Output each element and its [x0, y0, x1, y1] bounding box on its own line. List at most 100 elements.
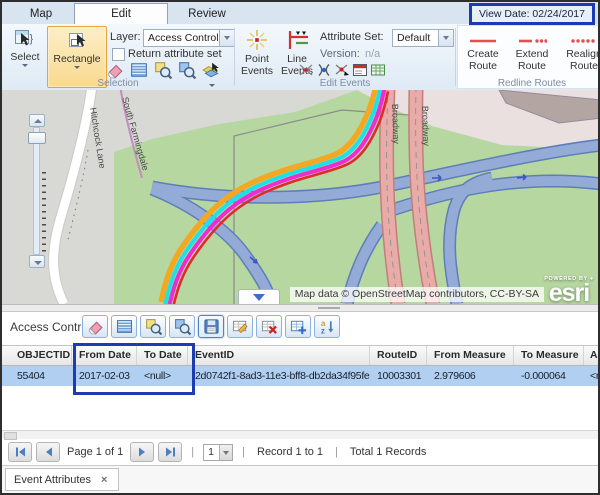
total-records-text: Total 1 Records [350, 446, 426, 458]
column-header-access[interactable]: Ac [584, 346, 600, 365]
app-window: Map Edit Review View Date: 02/24/2017 } … [0, 0, 600, 495]
page-indicator: Page 1 of 1 [67, 446, 123, 458]
table-pagination: Page 1 of 1 | 1 | Record 1 to 1 | Total … [2, 439, 598, 465]
attribute-set-label: Attribute Set: [320, 31, 384, 43]
clear-selection-button[interactable] [82, 315, 108, 338]
tab-edit[interactable]: Edit [74, 3, 168, 25]
create-route-button[interactable]: Create Route [462, 30, 504, 84]
rectangle-tool-icon [66, 30, 88, 52]
pagination-separator: | [191, 446, 194, 458]
table-horizontal-scrollbar[interactable] [2, 430, 598, 439]
bottom-tab-bar: Event Attributes × [2, 465, 598, 493]
view-date-display[interactable]: View Date: 02/24/2017 [469, 3, 595, 25]
extend-route-button[interactable]: Extend Route [510, 30, 554, 84]
cell-from-date[interactable]: 2017-02-03 [72, 366, 137, 386]
zoom-in-button[interactable] [29, 114, 45, 127]
attribute-set-button[interactable] [111, 315, 137, 338]
select-tool-button[interactable]: } Select [6, 27, 44, 83]
delete-selected-button[interactable] [256, 315, 282, 338]
page-select-dropdown[interactable]: 1 [203, 444, 233, 461]
table-row-selected[interactable]: 55404 2017-02-03 <null> 2d0742f1-8ad3-11… [2, 366, 598, 386]
next-page-button[interactable] [130, 442, 154, 462]
column-header-from-date[interactable]: From Date [72, 346, 137, 365]
pagination-separator: | [242, 446, 245, 458]
map-canvas[interactable]: Hitchcock Lane South Farmingdale Broadwa… [2, 90, 598, 304]
redline-routes-group-label: Redline Routes [457, 78, 600, 89]
svg-text:}: } [30, 33, 34, 45]
layer-dropdown[interactable]: Access Control [143, 29, 235, 47]
map-zoom-slider[interactable] [28, 114, 47, 268]
realign-route-button[interactable]: Realign Route [562, 30, 600, 84]
zoom-out-button[interactable] [29, 255, 45, 268]
extend-route-icon [517, 35, 547, 47]
pan-to-selected-button[interactable] [169, 315, 195, 338]
ribbon-separator [455, 28, 456, 86]
attribute-set-dropdown-arrow[interactable] [438, 30, 453, 46]
splitter-grip[interactable] [318, 307, 340, 309]
add-to-table-button[interactable] [285, 315, 311, 338]
tab-event-attributes[interactable]: Event Attributes × [5, 468, 119, 491]
point-events-button[interactable]: Point Events [238, 27, 276, 85]
zoom-to-selected-button[interactable] [140, 315, 166, 338]
line-events-icon [285, 28, 309, 52]
version-label: Version: [320, 48, 360, 60]
street-label-broadway-2: Broadway [420, 106, 431, 147]
merge-events-icon[interactable] [316, 62, 333, 79]
create-route-icon [468, 35, 498, 47]
event-attribute-window-icon[interactable] [352, 62, 369, 79]
cell-to-date[interactable]: <null> [137, 366, 188, 386]
cell-to-measure[interactable]: -0.000064 [514, 366, 584, 386]
attribute-set-dropdown[interactable]: Default [392, 29, 454, 47]
open-attribute-editor-button[interactable] [227, 315, 253, 338]
return-attribute-label: Return attribute set [128, 48, 222, 60]
map-basemap: Hitchcock Lane South Farmingdale Broadwa… [2, 90, 598, 304]
realign-route-icon [570, 35, 598, 47]
column-header-eventid[interactable]: EventID [188, 346, 370, 365]
zoom-slider-handle[interactable] [28, 132, 46, 144]
column-header-to-measure[interactable]: To Measure [514, 346, 584, 365]
select-dropdown-arrow[interactable] [22, 64, 28, 67]
column-header-to-date[interactable]: To Date [137, 346, 188, 365]
tab-map[interactable]: Map [12, 5, 70, 23]
edit-events-group-label: Edit Events [238, 78, 452, 89]
column-header-objectid[interactable]: OBJECTID [2, 346, 72, 365]
column-header-routeid[interactable]: RouteID [370, 346, 427, 365]
esri-logo: POWERED BY ● esri [543, 276, 595, 304]
svg-text:z: z [320, 327, 324, 335]
cell-eventid[interactable]: 2d0742f1-8ad3-11e3-bff8-db2da34f95fe [188, 366, 370, 386]
tab-review[interactable]: Review [170, 5, 244, 23]
cell-access[interactable]: <n [584, 366, 600, 386]
ribbon: } Select Rectangle Layer: Access Control… [2, 24, 598, 91]
sort-records-button[interactable]: az [314, 315, 340, 338]
select-tool-icon: } [14, 28, 36, 50]
version-value: n/a [365, 48, 380, 60]
panel-title: Access Control [10, 320, 91, 334]
event-attribute-table-icon[interactable] [370, 62, 387, 79]
cell-from-measure[interactable]: 2.979606 [427, 366, 514, 386]
selection-group-label: Selection [2, 78, 234, 89]
ribbon-separator [234, 28, 235, 86]
close-tab-icon[interactable]: × [101, 474, 107, 486]
return-attribute-checkbox[interactable] [112, 48, 125, 61]
layer-dropdown-arrow[interactable] [219, 30, 234, 46]
street-label-broadway-1: Broadway [390, 104, 401, 145]
save-results-button[interactable] [198, 315, 224, 338]
panel-collapse-tab[interactable] [238, 289, 280, 304]
column-header-from-measure[interactable]: From Measure [427, 346, 514, 365]
first-page-button[interactable] [8, 442, 32, 462]
cell-objectid[interactable]: 55404 [2, 366, 72, 386]
page-select-arrow[interactable] [219, 445, 232, 460]
zoom-slider-track[interactable] [33, 127, 40, 255]
zoom-slider-ticks [42, 172, 46, 252]
split-event-icon[interactable] [298, 62, 315, 79]
split-event-arrows-icon[interactable] [334, 62, 351, 79]
panel-splitter[interactable] [2, 304, 598, 312]
panel-toolbar: az [82, 315, 340, 338]
point-events-icon [245, 28, 269, 52]
ribbon-tab-bar: Map Edit Review View Date: 02/24/2017 [2, 2, 598, 25]
attribute-table-header: OBJECTID From Date To Date EventID Route… [2, 345, 598, 366]
previous-page-button[interactable] [36, 442, 60, 462]
last-page-button[interactable] [158, 442, 182, 462]
rectangle-dropdown-arrow[interactable] [74, 66, 80, 69]
cell-routeid[interactable]: 10003301 [370, 366, 427, 386]
